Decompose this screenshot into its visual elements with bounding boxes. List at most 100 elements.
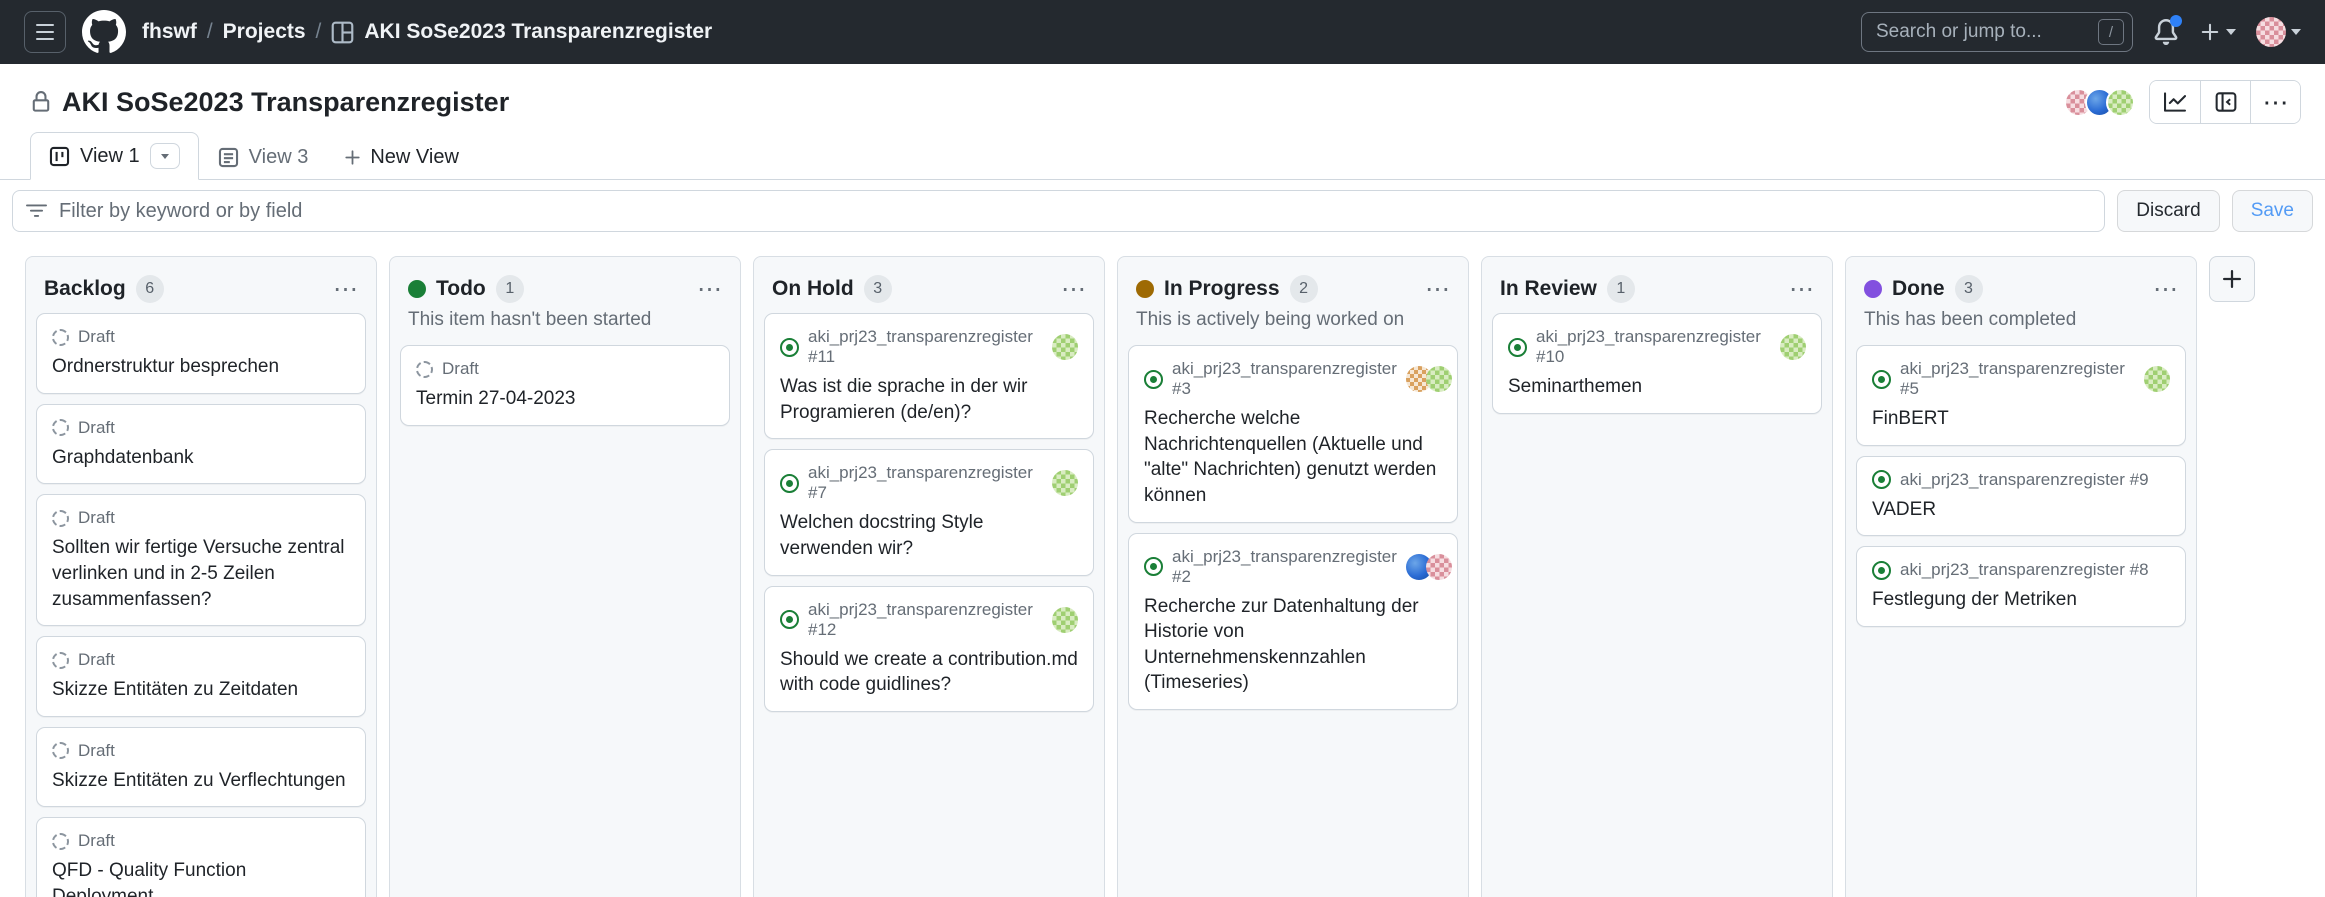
column-menu-ellipsis-icon[interactable]	[333, 277, 358, 302]
card-issue-ref[interactable]: aki_prj23_transparenzregister #2	[1172, 547, 1397, 587]
save-button[interactable]: Save	[2232, 190, 2313, 232]
column-menu-ellipsis-icon[interactable]	[1061, 277, 1086, 302]
column-name: Todo	[436, 277, 486, 301]
card-title[interactable]: Skizze Entitäten zu Zeitdaten	[52, 677, 350, 703]
assignee-avatar[interactable]	[1052, 607, 1078, 633]
column-menu-ellipsis-icon[interactable]	[697, 277, 722, 302]
card-issue-ref[interactable]: aki_prj23_transparenzregister #5	[1900, 359, 2135, 399]
github-logo-icon[interactable]	[82, 10, 126, 54]
card-title[interactable]: Skizze Entitäten zu Verflechtungen	[52, 768, 350, 794]
card-title[interactable]: Recherche welche Nachrichtenquellen (Akt…	[1144, 406, 1442, 509]
create-new-button[interactable]	[2199, 21, 2236, 43]
card-issue-ref[interactable]: aki_prj23_transparenzregister #9	[1900, 470, 2149, 490]
assignee-avatar[interactable]	[2144, 366, 2170, 392]
app-header: fhswf / Projects / AKI SoSe2023 Transpar…	[0, 0, 2325, 64]
project-menu-ellipsis-icon[interactable]	[2250, 81, 2300, 123]
card-issue-ref[interactable]: aki_prj23_transparenzregister #8	[1900, 560, 2149, 580]
card[interactable]: aki_prj23_transparenzregister #2 Recherc…	[1128, 533, 1458, 711]
card-issue-ref[interactable]: aki_prj23_transparenzregister #3	[1172, 359, 1397, 399]
global-search[interactable]: /	[1861, 12, 2133, 52]
card-title[interactable]: Seminarthemen	[1508, 374, 1806, 400]
assignee-avatar[interactable]	[1052, 470, 1078, 496]
column-done: Done 3 This has been completed aki_prj23…	[1845, 256, 2197, 897]
assignee-avatar[interactable]	[1426, 554, 1452, 580]
card[interactable]: aki_prj23_transparenzregister #11 Was is…	[764, 313, 1094, 439]
project-title-row: AKI SoSe2023 Transparenzregister	[0, 64, 2325, 128]
card-title[interactable]: Festlegung der Metriken	[1872, 587, 2170, 613]
card[interactable]: Draft QFD - Quality Function Deployment	[36, 817, 366, 897]
assignee-avatar[interactable]	[1780, 334, 1806, 360]
assignee-avatar[interactable]	[1426, 366, 1452, 392]
add-column-button[interactable]	[2209, 256, 2255, 302]
card[interactable]: aki_prj23_transparenzregister #12 Should…	[764, 586, 1094, 712]
card[interactable]: Draft Skizze Entitäten zu Zeitdaten	[36, 636, 366, 717]
breadcrumb-project[interactable]: AKI SoSe2023 Transparenzregister	[364, 20, 712, 44]
project-board: Backlog 6 Draft Ordnerstruktur bespreche…	[0, 242, 2325, 897]
column-in-progress: In Progress 2 This is actively being wor…	[1117, 256, 1469, 897]
notifications-bell-icon[interactable]	[2153, 19, 2179, 45]
card[interactable]: Draft Graphdatenbank	[36, 404, 366, 485]
card-list: aki_prj23_transparenzregister #11 Was is…	[762, 309, 1096, 716]
card[interactable]: aki_prj23_transparenzregister #10 Semina…	[1492, 313, 1822, 414]
card-title[interactable]: Welchen docstring Style verwenden wir?	[780, 510, 1078, 561]
card-issue-ref[interactable]: aki_prj23_transparenzregister #11	[808, 327, 1043, 367]
card-title[interactable]: Recherche zur Datenhaltung der Historie …	[1144, 594, 1442, 697]
card[interactable]: Draft Sollten wir fertige Versuche zentr…	[36, 494, 366, 626]
user-avatar[interactable]	[2256, 17, 2286, 47]
card-title[interactable]: Sollten wir fertige Versuche zentral ver…	[52, 535, 350, 612]
column-header: On Hold 3	[762, 265, 1096, 309]
open-issue-icon	[1872, 470, 1891, 489]
global-search-input[interactable]	[1876, 21, 2090, 43]
card[interactable]: aki_prj23_transparenzregister #8 Festleg…	[1856, 546, 2186, 627]
card[interactable]: aki_prj23_transparenzregister #3 Recherc…	[1128, 345, 1458, 523]
card-title[interactable]: Should we create a contribution.md with …	[780, 647, 1078, 698]
filter-input[interactable]	[12, 190, 2105, 232]
card-issue-ref[interactable]: aki_prj23_transparenzregister #7	[808, 463, 1043, 503]
card[interactable]: aki_prj23_transparenzregister #7 Welchen…	[764, 449, 1094, 575]
new-view-button[interactable]: New View	[327, 136, 475, 179]
card-title[interactable]: Was ist die sprache in der wir Programie…	[780, 374, 1078, 425]
discard-button[interactable]: Discard	[2117, 190, 2219, 232]
card-title[interactable]: VADER	[1872, 497, 2170, 523]
insights-chart-icon[interactable]	[2150, 81, 2200, 123]
tab-view-3[interactable]: View 3	[199, 135, 328, 180]
draft-icon	[52, 510, 69, 527]
breadcrumb-projects[interactable]: Projects	[223, 20, 306, 44]
side-panel-icon[interactable]	[2200, 81, 2250, 123]
breadcrumb-org[interactable]: fhswf	[142, 20, 197, 44]
card-title[interactable]: Ordnerstruktur besprechen	[52, 354, 350, 380]
user-menu[interactable]	[2256, 17, 2301, 47]
assignee-avatar[interactable]	[1052, 334, 1078, 360]
column-menu-ellipsis-icon[interactable]	[2153, 277, 2178, 302]
card[interactable]: aki_prj23_transparenzregister #9 VADER	[1856, 456, 2186, 537]
card-title[interactable]: Graphdatenbank	[52, 445, 350, 471]
column-menu-ellipsis-icon[interactable]	[1425, 277, 1450, 302]
card-issue-ref[interactable]: aki_prj23_transparenzregister #10	[1536, 327, 1771, 367]
collaborator-avatar[interactable]	[2106, 88, 2135, 117]
card[interactable]: aki_prj23_transparenzregister #5 FinBERT	[1856, 345, 2186, 446]
tab-view-1[interactable]: View 1	[30, 132, 199, 180]
project-title-controls	[2064, 80, 2301, 124]
filter-icon	[26, 201, 47, 222]
card-draft-label: Draft	[78, 741, 115, 761]
column-header: Backlog 6	[34, 265, 368, 309]
card[interactable]: Draft Skizze Entitäten zu Verflechtungen	[36, 727, 366, 808]
card[interactable]: Draft Ordnerstruktur besprechen	[36, 313, 366, 394]
breadcrumb-separator: /	[316, 20, 322, 44]
card-issue-ref[interactable]: aki_prj23_transparenzregister #12	[808, 600, 1043, 640]
hamburger-menu-icon[interactable]	[24, 11, 66, 53]
draft-icon	[52, 329, 69, 346]
open-issue-icon	[1508, 338, 1527, 357]
card-draft-label: Draft	[78, 650, 115, 670]
breadcrumb: fhswf / Projects / AKI SoSe2023 Transpar…	[142, 20, 712, 44]
card-title[interactable]: FinBERT	[1872, 406, 2170, 432]
card-title[interactable]: QFD - Quality Function Deployment	[52, 858, 350, 897]
column-menu-ellipsis-icon[interactable]	[1789, 277, 1814, 302]
card[interactable]: Draft Termin 27-04-2023	[400, 345, 730, 426]
open-issue-icon	[1872, 370, 1891, 389]
card-title[interactable]: Termin 27-04-2023	[416, 386, 714, 412]
collaborator-avatars[interactable]	[2064, 88, 2135, 117]
column-name: In Progress	[1164, 277, 1280, 301]
column-name: Backlog	[44, 277, 126, 301]
view-options-button[interactable]	[150, 143, 180, 169]
